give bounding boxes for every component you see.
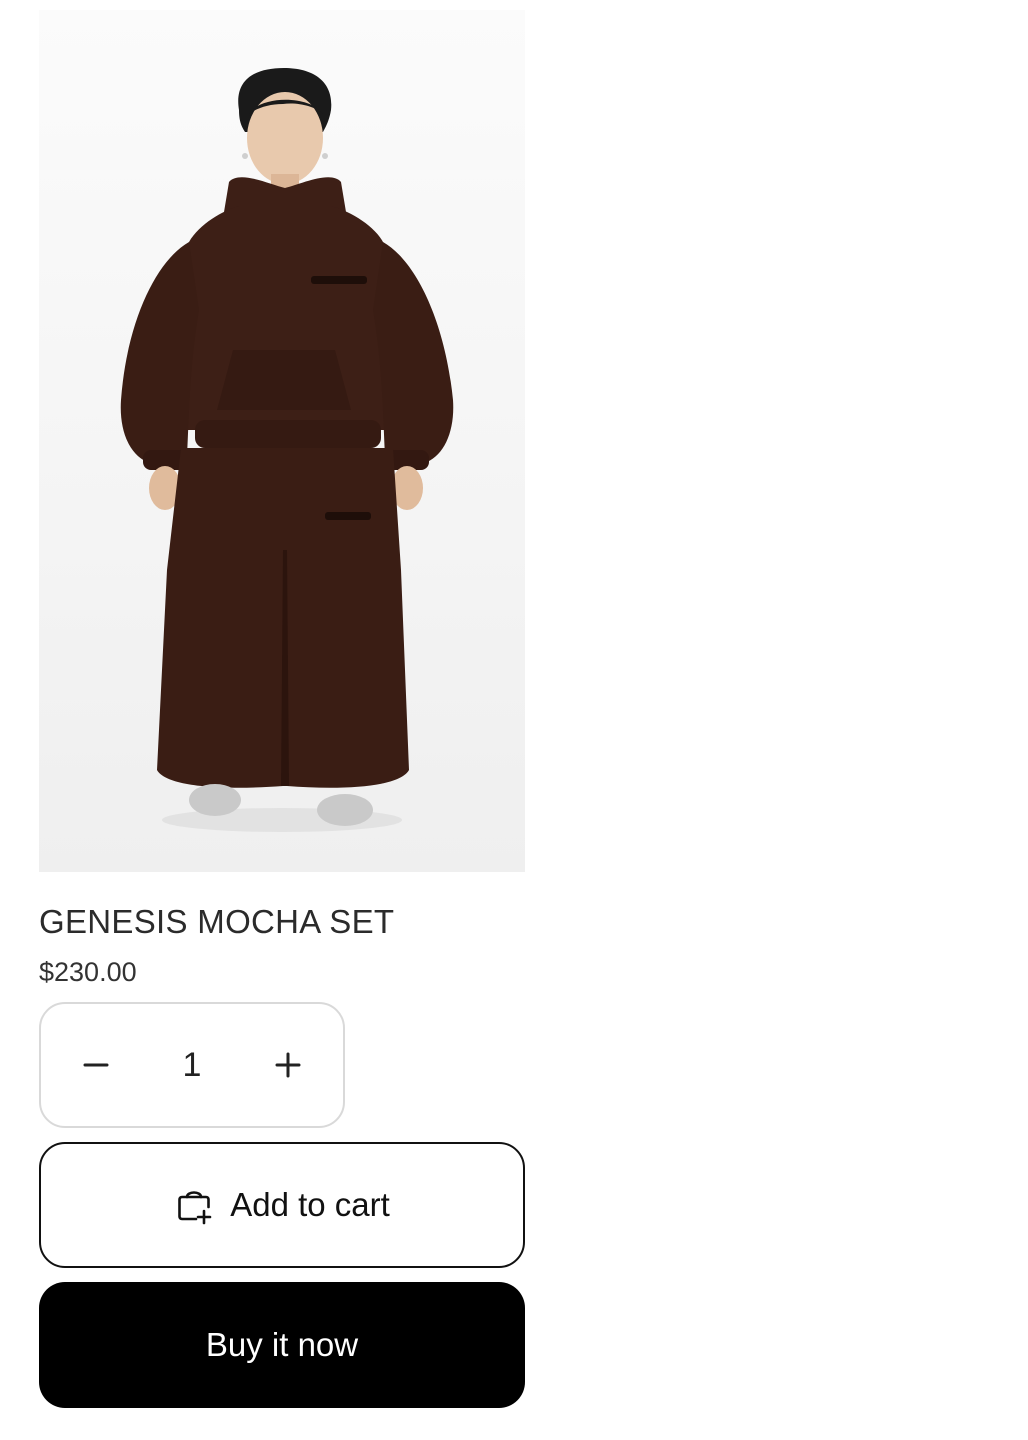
minus-icon: [83, 1063, 109, 1067]
quantity-input[interactable]: [152, 1045, 232, 1085]
bag-plus-icon: [178, 1191, 212, 1225]
product-title: GENESIS MOCHA SET: [39, 903, 395, 940]
product-price: $230.00: [39, 957, 137, 987]
quantity-decrease-button[interactable]: [67, 1036, 125, 1094]
product-image[interactable]: [39, 10, 525, 872]
plus-icon: [275, 1052, 301, 1078]
buy-now-button[interactable]: Buy it now: [39, 1282, 525, 1408]
product-card: GENESIS MOCHA SET $230.00 1 Add to cart …: [39, 10, 525, 1408]
buy-now-label: Buy it now: [205, 1326, 359, 1363]
add-to-cart-button[interactable]: Add to cart: [39, 1142, 525, 1268]
product-page: GENESIS MOCHA SET $230.00 1 Add to cart …: [0, 0, 1028, 1440]
product-photo-illustration: [120, 68, 454, 832]
add-to-cart-label: Add to cart: [230, 1186, 390, 1223]
quantity-stepper: [39, 1002, 345, 1128]
quantity-increase-button[interactable]: [259, 1036, 317, 1094]
